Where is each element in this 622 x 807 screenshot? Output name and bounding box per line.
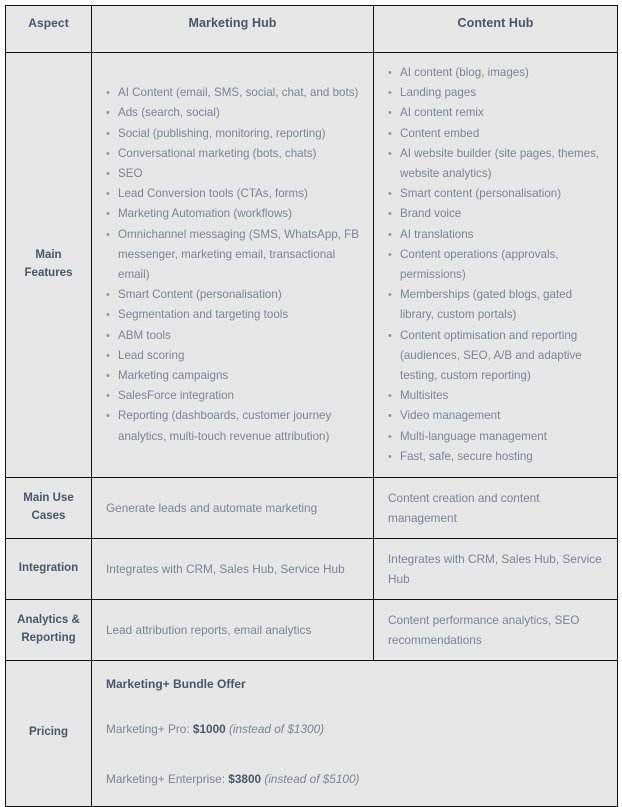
list-item: Multisites — [388, 386, 607, 406]
row-label-line-2: Reporting — [21, 632, 76, 645]
row-label-main-features: Main Features — [5, 51, 92, 479]
pricing-enterprise-label: Marketing+ Enterprise: — [106, 772, 229, 787]
table-row-pricing: Pricing Marketing+ Bundle Offer Marketin… — [5, 660, 618, 807]
table-header: Aspect Marketing Hub Content Hub — [5, 5, 618, 53]
comparison-table-page: Aspect Marketing Hub Content Hub Main Fe… — [0, 0, 622, 807]
column-header-aspect: Aspect — [5, 5, 92, 53]
column-header-content-hub: Content Hub — [373, 5, 618, 53]
list-item: Reporting (dashboards, customer journey … — [106, 406, 363, 446]
list-item: Lead scoring — [106, 346, 363, 366]
cell-main-use-cases-marketing-hub: Generate leads and automate marketing — [91, 477, 374, 540]
table-row-main-use-cases: Main Use Cases Generate leads and automa… — [5, 477, 618, 540]
feature-list-content-hub: AI content (blog, images) Landing pages … — [382, 63, 607, 467]
list-item: Marketing campaigns — [106, 366, 363, 386]
column-header-marketing-hub: Marketing Hub — [91, 5, 374, 53]
feature-list-marketing-hub: AI Content (email, SMS, social, chat, an… — [100, 83, 363, 447]
table-body: Main Features AI Content (email, SMS, so… — [5, 51, 618, 807]
cell-main-features-marketing-hub: AI Content (email, SMS, social, chat, an… — [91, 51, 374, 479]
cell-integration-content-hub: Integrates with CRM, Sales Hub, Service … — [373, 538, 618, 601]
list-item: Smart content (personalisation) — [388, 184, 607, 204]
list-item: AI website builder (site pages, themes, … — [388, 144, 607, 184]
row-label-pricing: Pricing — [5, 660, 92, 807]
list-item: Conversational marketing (bots, chats) — [106, 144, 363, 164]
row-label-line-2: Features — [24, 267, 73, 280]
pricing-enterprise-amount: $3800 — [228, 772, 262, 787]
pricing-pro-original: (instead of $1300) — [225, 721, 325, 736]
table-row-main-features: Main Features AI Content (email, SMS, so… — [5, 51, 618, 479]
list-item: AI translations — [388, 225, 607, 245]
pricing-bundle-title: Marketing+ Bundle Offer — [106, 677, 246, 692]
list-item: Brand voice — [388, 204, 607, 224]
list-item: Memberships (gated blogs, gated library,… — [388, 285, 607, 325]
list-item: SalesForce integration — [106, 386, 363, 406]
row-label-main-use-cases: Main Use Cases — [5, 477, 92, 540]
pricing-pro-amount: $1000 — [192, 721, 226, 736]
list-item: Landing pages — [388, 83, 607, 103]
row-label-integration: Integration — [5, 538, 92, 601]
row-label-line-1: Analytics & — [17, 614, 80, 627]
row-label-line-2: Cases — [31, 510, 66, 523]
table-row-analytics-reporting: Analytics & Reporting Lead attribution r… — [5, 599, 618, 662]
list-item: AI content remix — [388, 103, 607, 123]
list-item: AI content (blog, images) — [388, 63, 607, 83]
pricing-line-enterprise: Marketing+ Enterprise: $3800 (instead of… — [106, 771, 603, 788]
row-label-analytics-reporting: Analytics & Reporting — [5, 599, 92, 662]
list-item: Segmentation and targeting tools — [106, 305, 363, 325]
list-item: Ads (search, social) — [106, 103, 363, 123]
cell-analytics-reporting-marketing-hub: Lead attribution reports, email analytic… — [91, 599, 374, 662]
list-item: Fast, safe, secure hosting — [388, 447, 607, 467]
list-item: Marketing Automation (workflows) — [106, 204, 363, 224]
row-label-line-1: Main Use — [23, 492, 74, 505]
cell-main-use-cases-content-hub: Content creation and content management — [373, 477, 618, 540]
list-item: Content operations (approvals, permissio… — [388, 245, 607, 285]
list-item: SEO — [106, 164, 363, 184]
list-item: Multi-language management — [388, 427, 607, 447]
row-label-line-1: Main — [35, 249, 62, 262]
list-item: Omnichannel messaging (SMS, WhatsApp, FB… — [106, 225, 363, 286]
list-item: AI Content (email, SMS, social, chat, an… — [106, 83, 363, 103]
list-item: Content optimisation and reporting (audi… — [388, 326, 607, 387]
pricing-line-pro: Marketing+ Pro: $1000 (instead of $1300) — [106, 721, 603, 738]
table-header-row: Aspect Marketing Hub Content Hub — [5, 5, 618, 53]
pricing-pro-label: Marketing+ Pro: — [106, 721, 193, 736]
list-item: Video management — [388, 406, 607, 426]
cell-integration-marketing-hub: Integrates with CRM, Sales Hub, Service … — [91, 538, 374, 601]
table-row-integration: Integration Integrates with CRM, Sales H… — [5, 538, 618, 601]
list-item: ABM tools — [106, 326, 363, 346]
cell-analytics-reporting-content-hub: Content performance analytics, SEO recom… — [373, 599, 618, 662]
cell-pricing-bundle: Marketing+ Bundle Offer Marketing+ Pro: … — [91, 660, 618, 807]
pricing-enterprise-original: (instead of $5100) — [261, 772, 360, 787]
list-item: Content embed — [388, 124, 607, 144]
cell-main-features-content-hub: AI content (blog, images) Landing pages … — [373, 51, 618, 479]
list-item: Smart Content (personalisation) — [106, 285, 363, 305]
hub-comparison-table: Aspect Marketing Hub Content Hub Main Fe… — [5, 5, 618, 807]
list-item: Lead Conversion tools (CTAs, forms) — [106, 184, 363, 204]
list-item: Social (publishing, monitoring, reportin… — [106, 124, 363, 144]
